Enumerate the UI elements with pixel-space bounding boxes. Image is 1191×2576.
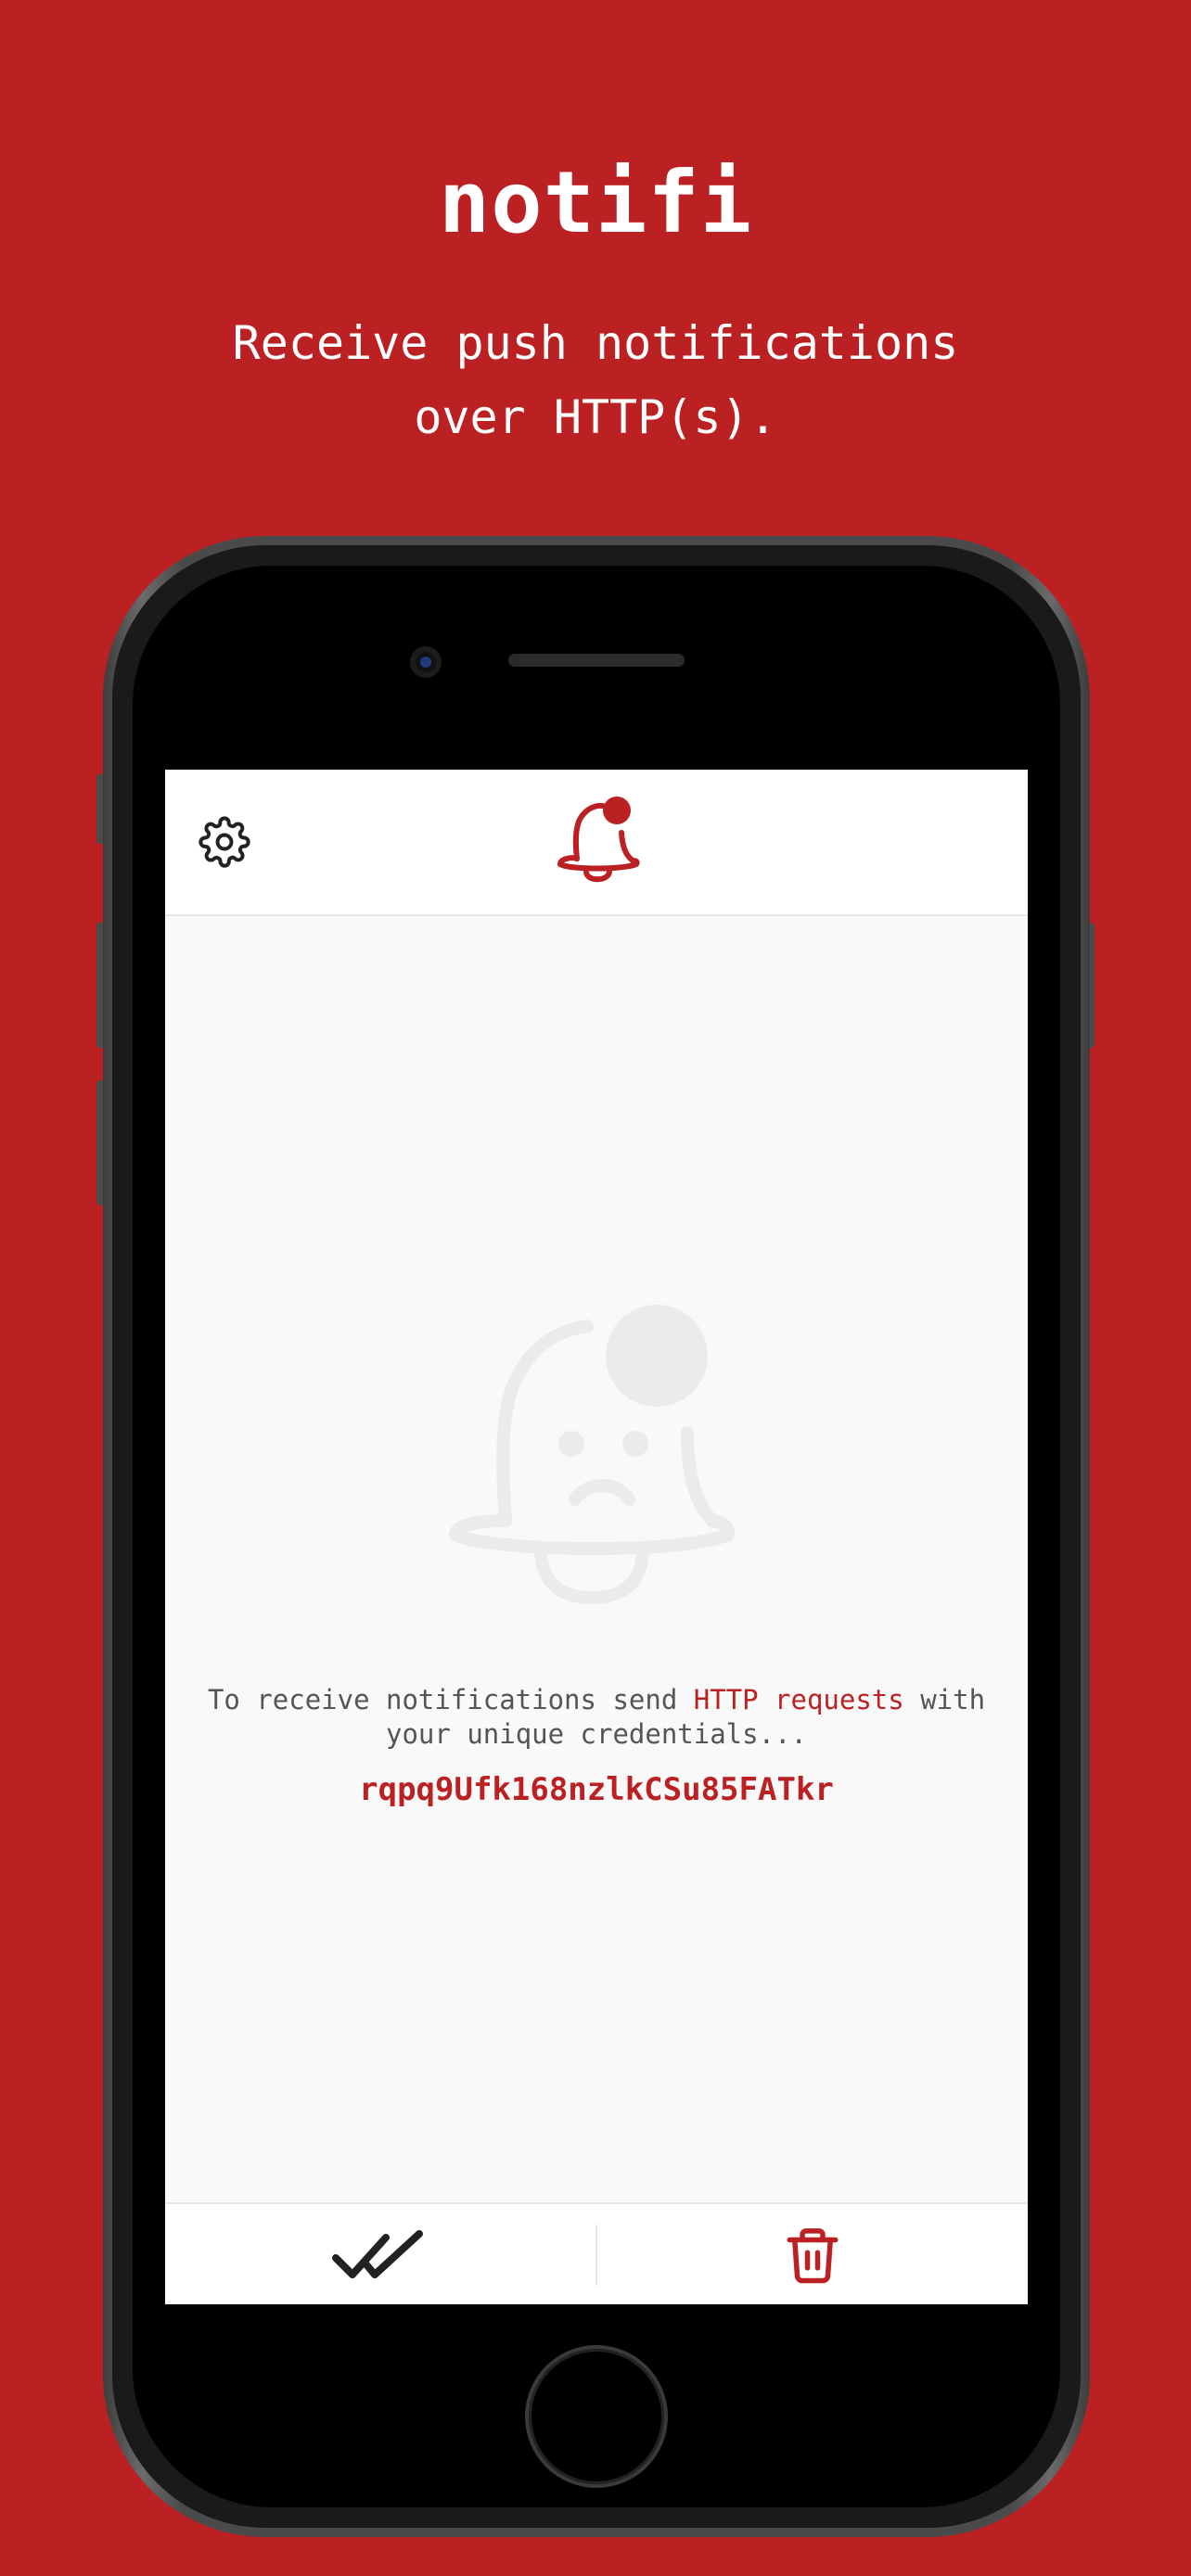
- mark-all-read-button[interactable]: [332, 2226, 425, 2286]
- promo-title: notifi: [438, 153, 753, 252]
- app-header: [165, 770, 1028, 916]
- trash-icon: [787, 2228, 839, 2284]
- sad-bell-icon: [449, 1305, 736, 1604]
- gear-icon: [198, 816, 250, 868]
- phone-speaker: [508, 654, 685, 667]
- promo-tagline-line1: Receive push notifications: [232, 316, 959, 370]
- delete-all-button[interactable]: [782, 2225, 843, 2286]
- empty-message-prefix: To receive notifications send: [207, 1684, 694, 1715]
- app-logo: [547, 790, 649, 892]
- empty-state-message: To receive notifications send HTTP reque…: [202, 1683, 991, 1752]
- footer-divider: [596, 2225, 597, 2286]
- promo-tagline: Receive push notifications over HTTP(s).: [0, 306, 1191, 454]
- credentials-value[interactable]: rqpq9Ufk168nzlkCSu85FATkr: [165, 1771, 1028, 1808]
- empty-state-illustration: [448, 1303, 736, 1618]
- http-requests-link[interactable]: HTTP requests: [694, 1684, 904, 1715]
- double-check-icon: [332, 2230, 423, 2278]
- app-footer: [165, 2202, 1028, 2304]
- bell-with-badge-icon: [557, 797, 640, 883]
- app-screen: To receive notifications send HTTP reque…: [165, 770, 1028, 2304]
- phone-home-button: [529, 2349, 664, 2484]
- promo-tagline-line2: over HTTP(s).: [414, 390, 777, 444]
- settings-button[interactable]: [198, 816, 250, 868]
- phone-camera: [410, 646, 442, 678]
